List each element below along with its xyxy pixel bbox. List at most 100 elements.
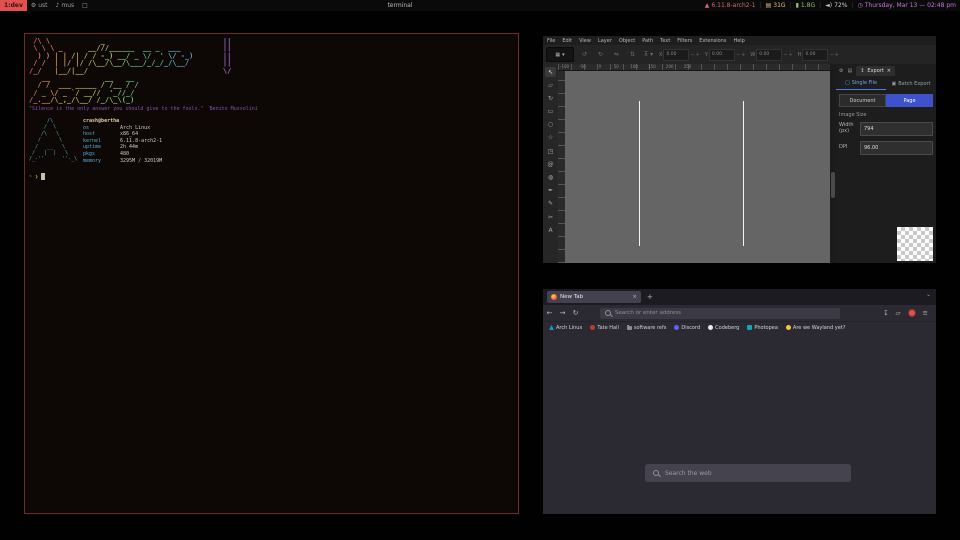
export-width-input[interactable]: 794: [860, 122, 933, 136]
page-button[interactable]: Page: [886, 94, 933, 107]
bookmark-tate-hall[interactable]: Tate Hall: [590, 325, 619, 331]
gear-icon: ⚙: [31, 2, 36, 9]
tate-favicon: [590, 325, 595, 330]
text-tool[interactable]: A: [545, 225, 556, 235]
image-size-label: Image Size: [839, 112, 867, 118]
batch-export-tab[interactable]: ▣ Batch Export: [886, 77, 936, 90]
x-value[interactable]: 0.00: [663, 49, 689, 61]
recording-indicator-icon[interactable]: [908, 309, 916, 317]
active-tab[interactable]: New Tab ×: [547, 291, 641, 303]
spiral-tool[interactable]: @: [545, 159, 556, 169]
browser-window[interactable]: New Tab × + ⌄ ← → ↻ Search or enter addr…: [543, 289, 936, 514]
single-file-tab[interactable]: ▢ Single File: [836, 77, 886, 90]
h-value[interactable]: 0.00: [802, 49, 828, 61]
export-area-segment: Document Page: [839, 94, 933, 107]
square-icon: □: [82, 2, 88, 9]
workspace-ust[interactable]: ⚙ ust: [27, 0, 52, 11]
export-width-row: Width (px) 794: [839, 121, 933, 137]
fetch-value: Arch Linux: [120, 125, 150, 131]
workspace-dev[interactable]: 1:dev: [0, 0, 27, 11]
y-value[interactable]: 0.00: [709, 49, 735, 61]
close-icon[interactable]: ×: [887, 68, 891, 74]
tool-options-dropdown[interactable]: ▦ ▾: [546, 47, 574, 62]
new-tab-button[interactable]: +: [647, 293, 653, 301]
tab-overflow-chevron-icon[interactable]: ⌄: [926, 291, 931, 298]
document-button[interactable]: Document: [839, 94, 886, 107]
terminal-window[interactable]: /\ \ _ || \ \ \ _ __///______ __ _ ___ |…: [24, 33, 519, 514]
separator: |: [819, 2, 821, 9]
plus-stepper[interactable]: +: [741, 52, 745, 58]
shell-prompt[interactable]: ~ ❯: [29, 173, 45, 180]
bookmark-software-refs[interactable]: software refs: [627, 325, 666, 331]
bookmark-discord[interactable]: Discord: [674, 325, 700, 331]
minus-stepper[interactable]: −: [829, 52, 833, 58]
plus-stepper[interactable]: +: [696, 52, 700, 58]
download-icon[interactable]: ↧: [883, 309, 888, 317]
y-coordinate-field[interactable]: Y 0.00 − +: [705, 49, 745, 61]
menu-text[interactable]: Text: [660, 38, 670, 44]
inkscape-canvas[interactable]: [565, 71, 830, 263]
menu-layer[interactable]: Layer: [598, 38, 612, 44]
w-value[interactable]: 0.00: [756, 49, 782, 61]
ascii-banner: /\ \ _ || \ \ \ _ __///______ __ _ ___ |…: [29, 38, 231, 105]
menu-edit[interactable]: Edit: [562, 38, 572, 44]
pen-tool[interactable]: ✒: [545, 186, 556, 196]
web-search-input[interactable]: Search the web: [645, 464, 851, 482]
menu-extensions[interactable]: Extensions: [699, 38, 726, 44]
plus-stepper[interactable]: +: [835, 52, 839, 58]
tab-close-icon[interactable]: ×: [632, 294, 637, 300]
flip-horizontal-button[interactable]: ⇋: [611, 51, 622, 58]
minus-stepper[interactable]: −: [736, 52, 740, 58]
star-tool[interactable]: ☆: [545, 133, 556, 143]
height-field-toolbar[interactable]: H 0.00 − +: [798, 49, 839, 61]
bookmark-arch-linux[interactable]: Arch Linux: [549, 325, 582, 331]
menu-file[interactable]: File: [547, 38, 555, 44]
codeberg-favicon: [708, 325, 713, 330]
wrench-icon[interactable]: ⚙: [839, 68, 843, 74]
fetch-value: 480: [120, 151, 129, 157]
extension-icon[interactable]: ▱: [896, 309, 901, 317]
export-dock-tab[interactable]: ↥ Export ×: [856, 66, 895, 76]
forward-button[interactable]: →: [556, 309, 569, 317]
workspace-misc[interactable]: □: [78, 0, 92, 11]
minus-stepper[interactable]: −: [690, 52, 694, 58]
menu-path[interactable]: Path: [642, 38, 653, 44]
y-label: Y: [705, 52, 708, 58]
paint-bucket-tool[interactable]: ◍: [545, 173, 556, 183]
menu-object[interactable]: Object: [619, 38, 635, 44]
scrollbar-thumb[interactable]: [831, 172, 835, 198]
box3d-tool[interactable]: ◳: [545, 146, 556, 156]
photopea-favicon: [747, 325, 752, 330]
snap-dropdown[interactable]: ⊼ ▾: [643, 51, 654, 58]
flip-vertical-button[interactable]: ⇅: [627, 51, 638, 58]
pencil-tool[interactable]: ✎: [545, 199, 556, 209]
reload-button[interactable]: ↻: [569, 309, 582, 317]
menu-icon[interactable]: ≡: [923, 309, 928, 317]
menu-view[interactable]: View: [579, 38, 591, 44]
ellipse-tool[interactable]: ○: [545, 120, 556, 130]
minus-stepper[interactable]: −: [783, 52, 787, 58]
bookmark-wayland[interactable]: Are we Wayland yet?: [786, 325, 845, 331]
menu-filters[interactable]: Filters: [677, 38, 692, 44]
width-field-toolbar[interactable]: W 0.00 − +: [750, 49, 792, 61]
shape-builder-tool[interactable]: ↻: [545, 93, 556, 103]
rectangle-tool[interactable]: ▭: [545, 107, 556, 117]
plus-stepper[interactable]: +: [788, 52, 792, 58]
menu-help[interactable]: Help: [733, 38, 744, 44]
bookmark-codeberg[interactable]: Codeberg: [708, 325, 739, 331]
x-coordinate-field[interactable]: X 0.00 − +: [659, 49, 700, 61]
volume-module[interactable]: ◄) 72%: [825, 2, 847, 9]
calligraphy-tool[interactable]: ✂: [545, 212, 556, 222]
export-dpi-input[interactable]: 96.00: [860, 141, 933, 155]
node-tool[interactable]: ▱: [545, 80, 556, 90]
status-modules: ▲ 6.11.8-arch2-1 | ▤ 31G | ▮ 1.8G | ◄) 7…: [705, 0, 956, 11]
back-button[interactable]: ←: [543, 309, 556, 317]
rotate-ccw-button[interactable]: ↺: [579, 51, 590, 58]
swatches-icon[interactable]: ▤: [847, 68, 852, 74]
workspace-mus[interactable]: ♪ mus: [52, 0, 79, 11]
inkscape-window[interactable]: File Edit View Layer Object Path Text Fi…: [543, 36, 936, 263]
rotate-cw-button[interactable]: ↻: [595, 51, 606, 58]
bookmark-photopea[interactable]: Photopea: [747, 325, 778, 331]
selector-tool[interactable]: ↖: [545, 67, 556, 77]
url-bar[interactable]: Search or enter address: [600, 308, 840, 319]
